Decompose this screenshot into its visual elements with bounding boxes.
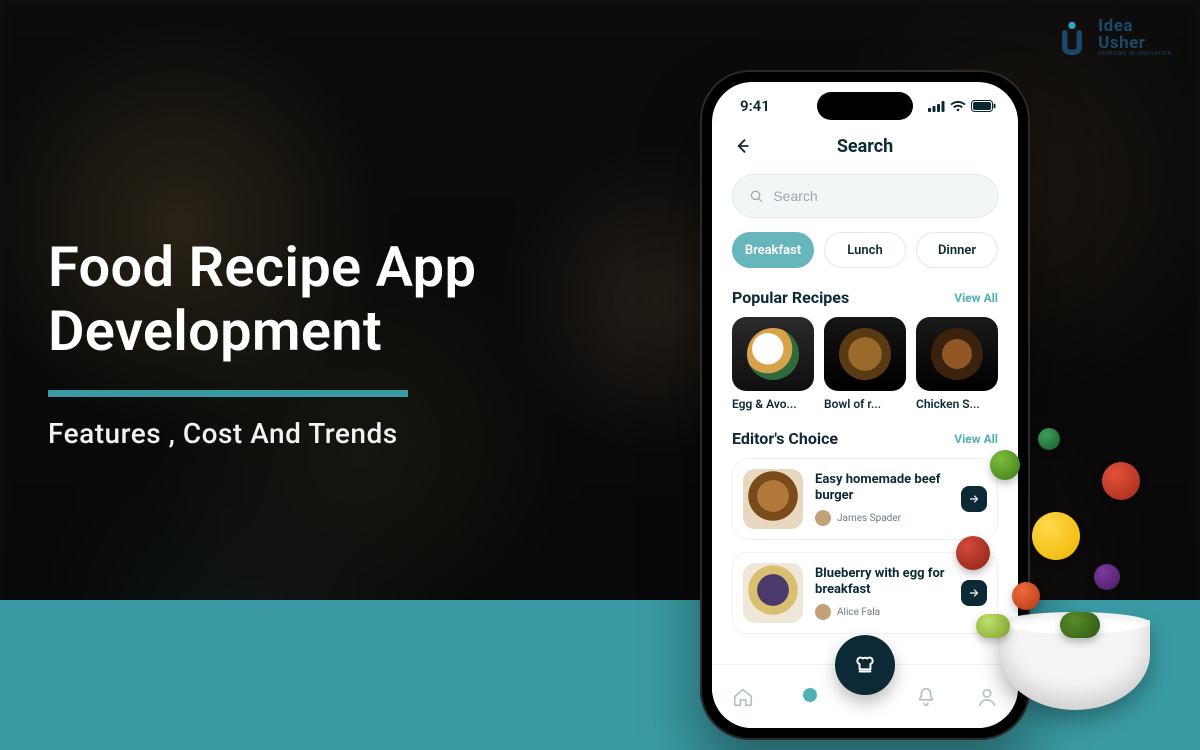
editors-item-go-button[interactable] [961, 580, 987, 606]
popular-section-title: Popular Recipes [732, 288, 849, 307]
back-arrow-icon[interactable] [732, 136, 752, 156]
hero-headline-line1: Food Recipe App [48, 234, 476, 300]
editors-item-go-button[interactable] [961, 486, 987, 512]
brand-logo-mark [1054, 20, 1090, 56]
editors-item-thumb [743, 469, 803, 529]
editors-item-title: Easy homemade beef burger [815, 472, 949, 505]
author-name: James Spader [837, 513, 901, 524]
editors-view-all-link[interactable]: View All [954, 432, 998, 446]
wifi-icon [950, 100, 966, 112]
hero-headline-line2: Development [48, 298, 382, 364]
recipe-card[interactable]: Egg & Avo... [732, 317, 814, 411]
recipe-thumb [732, 317, 814, 391]
home-icon[interactable] [732, 686, 754, 708]
battery-icon [971, 100, 996, 112]
category-pill-label: Breakfast [745, 243, 801, 258]
popular-view-all-link[interactable]: View All [954, 291, 998, 305]
center-fab[interactable] [835, 635, 895, 695]
editors-item-thumb [743, 563, 803, 623]
recipe-name: Chicken S... [916, 397, 998, 411]
category-pill-label: Dinner [938, 243, 976, 258]
search-input[interactable] [773, 188, 981, 204]
bell-icon[interactable] [915, 686, 937, 708]
author-avatar [815, 510, 831, 526]
phone-screen: 9:41 [712, 82, 1018, 728]
editors-item[interactable]: Easy homemade beef burger James Spader [732, 458, 998, 540]
signal-icon [928, 101, 945, 112]
brand-tagline: USHERING IN INNOVATION [1098, 52, 1172, 57]
search-icon [749, 188, 763, 204]
hero-headline: Food Recipe App Development [48, 235, 476, 364]
status-time: 9:41 [740, 97, 770, 115]
bottom-tabbar [712, 664, 1018, 728]
brand-name-line2: Usher [1098, 35, 1172, 52]
tab-active-dot [803, 688, 817, 702]
profile-icon[interactable] [976, 686, 998, 708]
dynamic-island [817, 92, 913, 120]
recipe-name: Egg & Avo... [732, 397, 814, 411]
screen-title: Search [712, 136, 1018, 157]
category-pill-breakfast[interactable]: Breakfast [732, 232, 814, 268]
hero-subheadline: Features , Cost And Trends [48, 417, 476, 450]
editors-section-title: Editor's Choice [732, 429, 838, 448]
phone-mockup-frame: 9:41 [700, 70, 1030, 740]
category-pill-lunch[interactable]: Lunch [824, 232, 906, 268]
category-pill-dinner[interactable]: Dinner [916, 232, 998, 268]
arrow-right-icon [968, 587, 980, 599]
search-field[interactable] [732, 174, 998, 218]
hero-divider [48, 390, 408, 397]
recipe-thumb [916, 317, 998, 391]
recipe-card[interactable]: Chicken S... [916, 317, 998, 411]
recipe-card[interactable]: Bowl of r... [824, 317, 906, 411]
arrow-right-icon [968, 493, 980, 505]
category-pill-label: Lunch [847, 243, 882, 258]
editors-item[interactable]: Blueberry with egg for breakfast Alice F… [732, 552, 998, 634]
author-avatar [815, 604, 831, 620]
recipe-name: Bowl of r... [824, 397, 906, 411]
chef-icon [852, 652, 878, 678]
author-name: Alice Fala [837, 607, 880, 618]
brand-logo: Idea Usher USHERING IN INNOVATION [1054, 18, 1172, 57]
recipe-thumb [824, 317, 906, 391]
editors-item-title: Blueberry with egg for breakfast [815, 566, 949, 599]
